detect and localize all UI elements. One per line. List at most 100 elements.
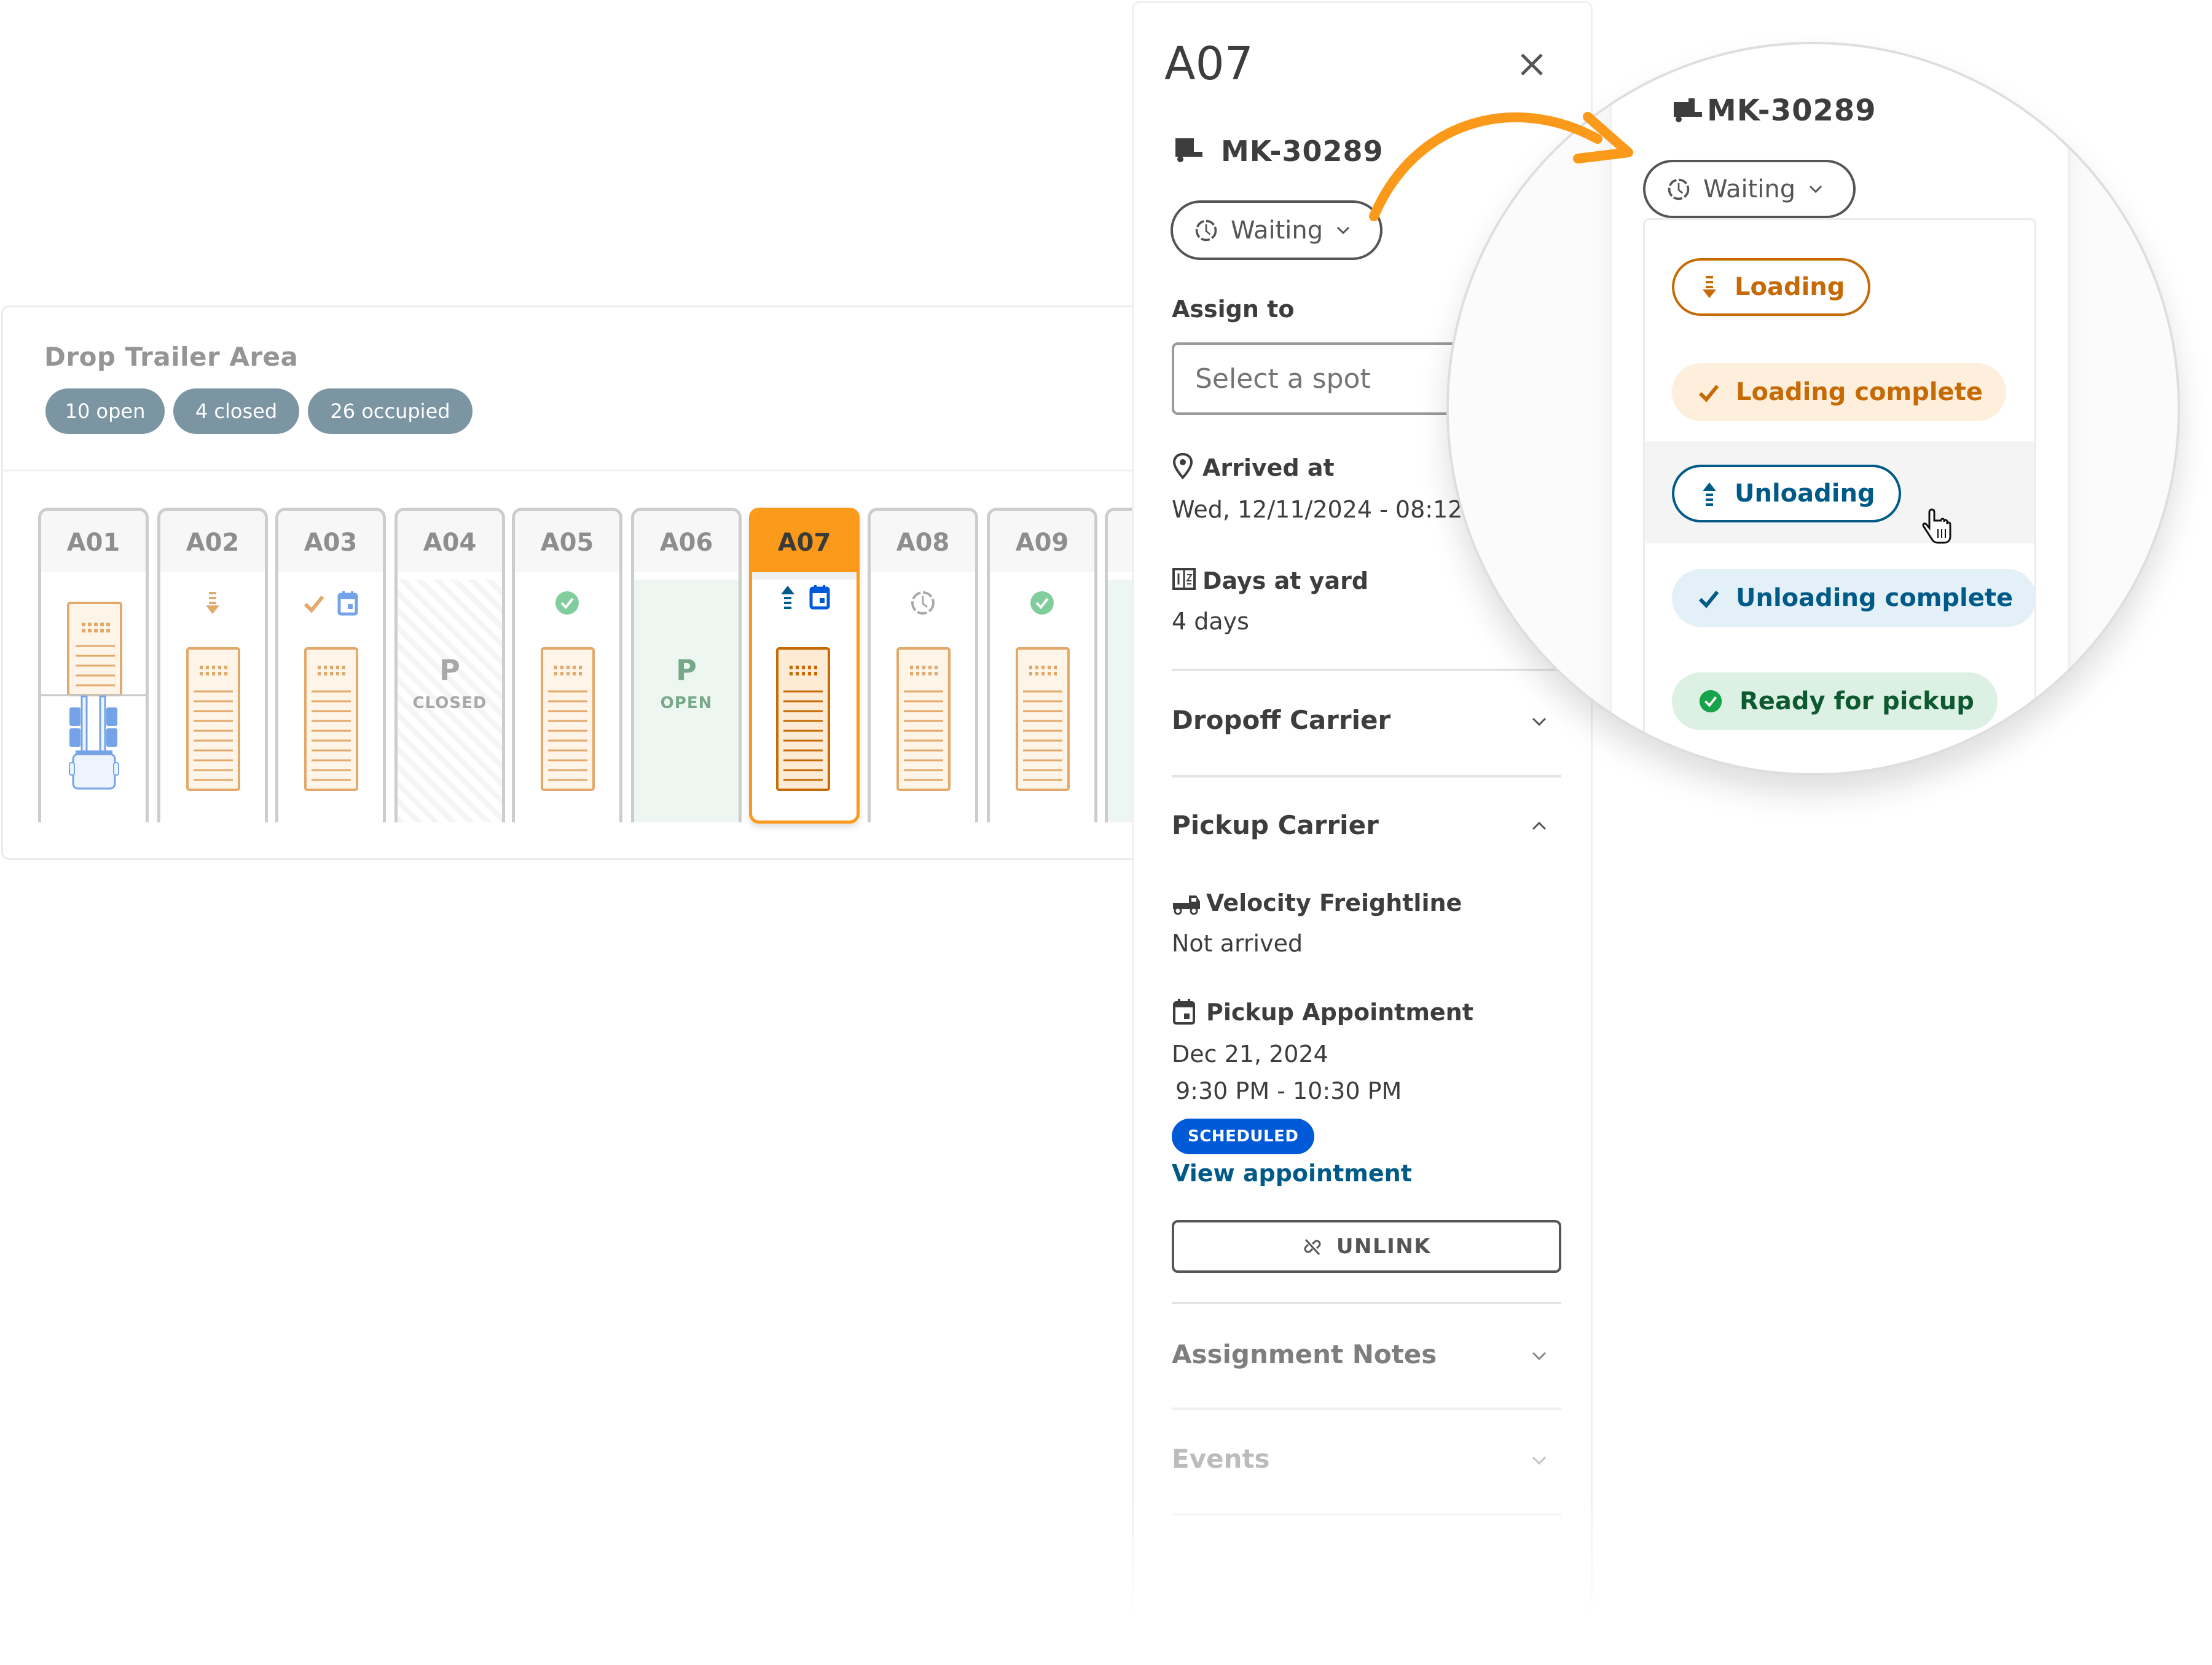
open-count-chip[interactable]: 10 open bbox=[45, 388, 165, 434]
option-unloading-complete[interactable]: Unloading complete bbox=[1672, 569, 2037, 627]
check-icon bbox=[1698, 385, 1719, 403]
assign-to-label: Assign to bbox=[1172, 296, 1295, 323]
option-loading-complete[interactable]: Loading complete bbox=[1672, 363, 2006, 421]
chevron-down-icon[interactable] bbox=[1529, 1349, 1549, 1363]
option-label: Unloading complete bbox=[1736, 584, 2014, 612]
chevron-down-icon[interactable] bbox=[1529, 1454, 1549, 1467]
events-header[interactable]: Events bbox=[1172, 1444, 1270, 1474]
parking-p-label: P bbox=[439, 653, 460, 687]
option-label: Loading complete bbox=[1736, 378, 1983, 406]
pickup-carrier-header[interactable]: Pickup Carrier bbox=[1172, 810, 1379, 840]
spot-label: A03 bbox=[278, 511, 383, 572]
option-unloading[interactable]: Unloading bbox=[1672, 465, 1901, 522]
appointment-date: Dec 21, 2024 bbox=[1172, 1041, 1328, 1068]
spot-label: A02 bbox=[160, 511, 265, 572]
chevron-up-icon[interactable] bbox=[1529, 819, 1549, 833]
spot-a01[interactable]: A01 bbox=[38, 508, 149, 822]
unlink-label: UNLINK bbox=[1336, 1234, 1432, 1259]
panel-title: A07 bbox=[1164, 37, 1253, 90]
trailer-icon bbox=[776, 647, 830, 791]
unloading-icon bbox=[781, 586, 794, 609]
area-divider bbox=[1, 470, 1132, 471]
spot-a03[interactable]: A03 bbox=[275, 508, 386, 822]
trailer-icon bbox=[1016, 647, 1070, 791]
magnified-status-dropdown[interactable]: Waiting bbox=[1643, 160, 1856, 218]
ready-for-pickup-icon bbox=[555, 591, 579, 615]
appointment-time: 9:30 PM - 10:30 PM bbox=[1175, 1077, 1402, 1104]
status-value: Waiting bbox=[1231, 216, 1324, 245]
spot-label: A09 bbox=[990, 511, 1094, 572]
assignment-notes-header[interactable]: Assignment Notes bbox=[1172, 1339, 1437, 1369]
truck-icon bbox=[1173, 895, 1200, 915]
divider bbox=[1172, 775, 1561, 777]
magnifier-callout: MK-30289 Waiting Loading Loading complet… bbox=[1446, 42, 2180, 776]
check-circle-icon bbox=[1699, 690, 1722, 713]
spot-label: A05 bbox=[515, 511, 619, 572]
spot-a06[interactable]: A06 P OPEN bbox=[631, 508, 742, 822]
spot-label: A04 bbox=[398, 511, 502, 572]
chevron-down-icon bbox=[1337, 226, 1350, 234]
trailer-icon bbox=[186, 647, 240, 791]
option-ready-for-pickup[interactable]: Ready for pickup bbox=[1672, 672, 1998, 730]
pickup-carrier-status: Not arrived bbox=[1172, 930, 1303, 957]
scheduled-badge: SCHEDULED bbox=[1172, 1119, 1315, 1154]
chevron-down-icon bbox=[1810, 185, 1822, 193]
spot-a02[interactable]: A02 bbox=[157, 508, 268, 822]
arrived-at-label: Arrived at bbox=[1202, 454, 1335, 481]
option-loading[interactable]: Loading bbox=[1672, 258, 1871, 316]
option-label: Ready for pickup bbox=[1739, 687, 1974, 715]
days-at-yard-label: Days at yard bbox=[1202, 567, 1369, 594]
occupied-count-chip[interactable]: 26 occupied bbox=[308, 388, 473, 434]
waiting-icon bbox=[1668, 178, 1690, 200]
check-icon bbox=[1698, 591, 1719, 608]
pickup-carrier-name: Velocity Freightline bbox=[1206, 889, 1462, 916]
spot-a07-selected[interactable]: A07 bbox=[749, 508, 860, 824]
divider bbox=[1172, 1407, 1561, 1410]
spot-a09[interactable]: A09 bbox=[987, 508, 1097, 822]
area-title: Drop Trailer Area bbox=[44, 342, 299, 372]
status-value: Waiting bbox=[1703, 175, 1796, 203]
spot-a08[interactable]: A08 bbox=[868, 508, 978, 822]
spot-label: A08 bbox=[871, 511, 975, 572]
loading-icon bbox=[1703, 276, 1716, 298]
spot-label: A07 bbox=[752, 511, 857, 572]
spot-label: A06 bbox=[634, 511, 739, 572]
closed-count-chip[interactable]: 4 closed bbox=[173, 388, 299, 434]
waiting-icon bbox=[1195, 219, 1217, 241]
divider bbox=[1172, 1302, 1561, 1304]
ready-for-pickup-icon bbox=[1030, 591, 1054, 615]
trailer-id: MK-30289 bbox=[1221, 135, 1384, 168]
calendar-icon bbox=[1173, 999, 1195, 1025]
status-options-menu: Loading Loading complete Unloading Unloa… bbox=[1643, 218, 2037, 773]
unlink-icon bbox=[1304, 1238, 1321, 1256]
option-label: Loading bbox=[1735, 273, 1845, 301]
trailer-with-tractor-icon bbox=[41, 602, 146, 790]
loading-complete-icon bbox=[304, 596, 324, 613]
spot-a04[interactable]: A04 P CLOSED bbox=[394, 508, 505, 822]
option-label: Unloading bbox=[1735, 479, 1875, 508]
days-at-yard-value: 4 days bbox=[1172, 608, 1249, 635]
trailer-icon bbox=[541, 647, 595, 791]
spot-state-label: OPEN bbox=[660, 694, 713, 712]
trailer-truck-icon bbox=[1674, 98, 1702, 122]
day-counter-icon bbox=[1172, 568, 1196, 590]
location-pin-icon bbox=[1172, 452, 1193, 479]
divider bbox=[1172, 1513, 1561, 1516]
trailer-icon bbox=[304, 647, 358, 791]
spot-header-shadow bbox=[752, 572, 857, 580]
view-appointment-link[interactable]: View appointment bbox=[1172, 1160, 1412, 1187]
trailer-truck-icon bbox=[1175, 138, 1202, 162]
calendar-icon bbox=[337, 591, 358, 616]
hand-cursor-icon bbox=[1922, 508, 1951, 544]
dropoff-carrier-header[interactable]: Dropoff Carrier bbox=[1172, 705, 1390, 735]
loading-icon bbox=[206, 592, 219, 614]
unloading-icon bbox=[1703, 482, 1716, 506]
unlink-button[interactable]: UNLINK bbox=[1172, 1220, 1561, 1273]
trailer-icon bbox=[896, 647, 951, 791]
waiting-icon bbox=[911, 591, 935, 615]
pickup-appointment-label: Pickup Appointment bbox=[1206, 999, 1473, 1026]
spot-state-label: CLOSED bbox=[412, 694, 487, 712]
spot-a05[interactable]: A05 bbox=[512, 508, 622, 822]
status-dropdown[interactable]: Waiting bbox=[1171, 200, 1382, 260]
parking-p-label: P bbox=[676, 653, 697, 687]
